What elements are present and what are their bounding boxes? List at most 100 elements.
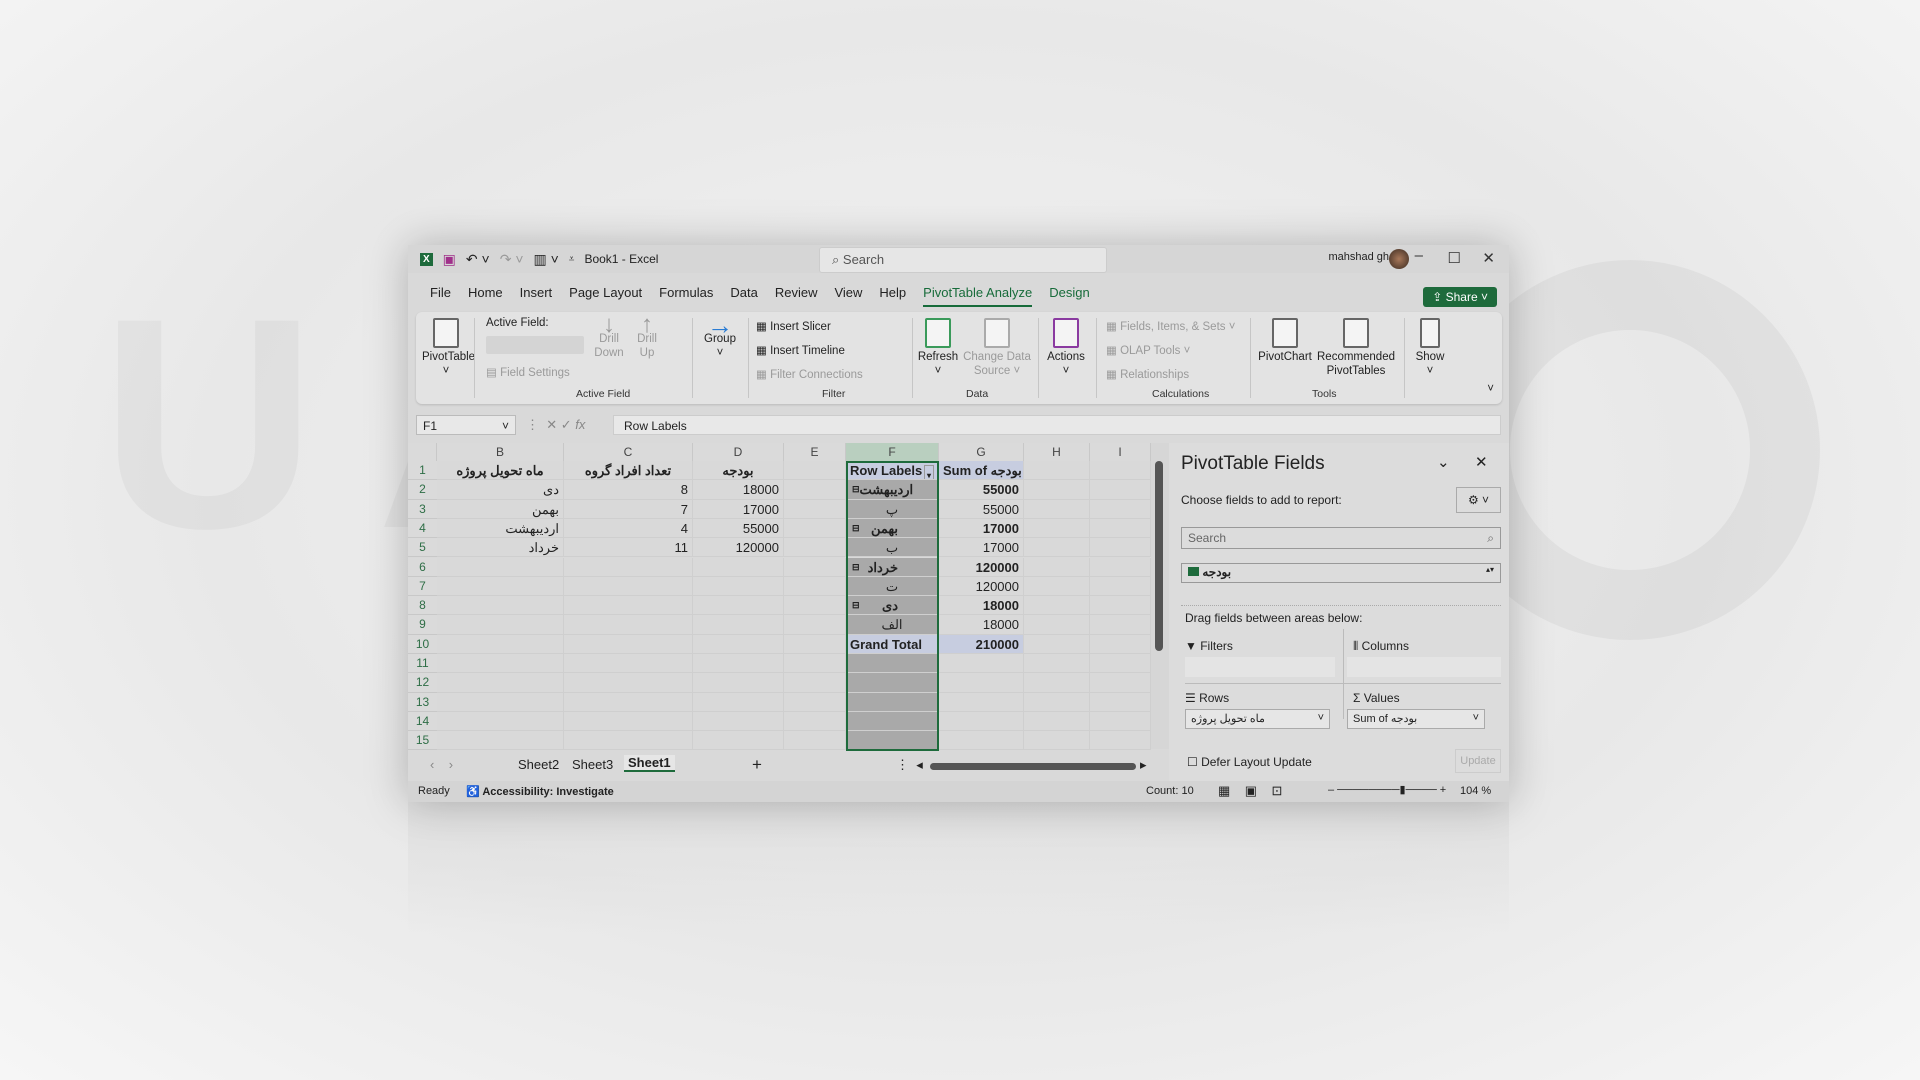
cell-C4[interactable]: 4: [564, 518, 693, 539]
cell-D7[interactable]: [693, 576, 784, 597]
cell-I6[interactable]: [1090, 557, 1151, 577]
vertical-scrollbar[interactable]: [1151, 443, 1169, 749]
insert-timeline-button[interactable]: ▦ Insert Timeline: [756, 344, 845, 358]
insert-slicer-button[interactable]: ▦ Insert Slicer: [756, 320, 831, 334]
cell-F1[interactable]: Row Labels ▾: [846, 461, 939, 481]
relationships-button[interactable]: ▦ Relationships: [1106, 368, 1189, 382]
cell-H2[interactable]: [1024, 480, 1090, 500]
cell-B12[interactable]: [437, 673, 564, 693]
cell-D13[interactable]: [693, 692, 784, 712]
cell-C9[interactable]: [564, 615, 693, 635]
cell-F4[interactable]: ⊟ بهمن: [846, 518, 939, 539]
column-header-G[interactable]: G: [939, 443, 1024, 461]
menu-tab-design[interactable]: Design: [1049, 285, 1089, 307]
avatar[interactable]: [1389, 249, 1409, 269]
active-field-input[interactable]: [486, 336, 584, 354]
cell-E4[interactable]: [784, 518, 846, 539]
row-header[interactable]: 3: [408, 499, 437, 519]
group-button[interactable]: → Group ˅: [700, 312, 740, 360]
cell-E7[interactable]: [784, 576, 846, 597]
cell-C10[interactable]: [564, 634, 693, 654]
cell-H1[interactable]: [1024, 461, 1090, 481]
cell-D2[interactable]: 18000: [693, 480, 784, 500]
row-header[interactable]: 6: [408, 557, 437, 577]
cell-C2[interactable]: 8: [564, 480, 693, 500]
cell-D11[interactable]: [693, 654, 784, 674]
column-header-B[interactable]: B: [437, 443, 564, 461]
columns-area[interactable]: [1347, 657, 1501, 677]
row-header[interactable]: 4: [408, 518, 437, 539]
cell-G2[interactable]: 55000: [939, 480, 1024, 500]
horizontal-scrollbar[interactable]: [930, 763, 1136, 770]
row-header[interactable]: 12: [408, 673, 437, 693]
cell-G11[interactable]: [939, 654, 1024, 674]
cell-I2[interactable]: [1090, 480, 1151, 500]
field-list[interactable]: بودجه ▴▾: [1181, 563, 1501, 583]
cell-H12[interactable]: [1024, 673, 1090, 693]
cell-E11[interactable]: [784, 654, 846, 674]
cell-B1[interactable]: ماه تحویل پروژه: [437, 461, 564, 481]
cell-I11[interactable]: [1090, 654, 1151, 674]
drill-up-button[interactable]: ↑ Drill Up: [630, 313, 664, 360]
cell-H13[interactable]: [1024, 692, 1090, 712]
cell-I7[interactable]: [1090, 576, 1151, 597]
cell-G8[interactable]: 18000: [939, 596, 1024, 616]
cell-E3[interactable]: [784, 499, 846, 519]
view-buttons[interactable]: ▦ ▣ ⊡: [1218, 783, 1282, 799]
cell-F11[interactable]: [846, 654, 939, 674]
cell-H3[interactable]: [1024, 499, 1090, 519]
cell-D1[interactable]: بودجه: [693, 461, 784, 481]
pivottable-button[interactable]: PivotTable ˅: [422, 318, 475, 378]
collapse-icon[interactable]: ⊟: [852, 519, 860, 537]
accessibility-status[interactable]: ♿ Accessibility: Investigate: [466, 785, 614, 798]
show-button[interactable]: Show ˅: [1410, 318, 1450, 378]
redo-icon[interactable]: ↷ ˅: [500, 251, 524, 268]
cell-I5[interactable]: [1090, 538, 1151, 558]
zoom-slider[interactable]: – ────────▮──── +: [1328, 783, 1446, 796]
cell-H5[interactable]: [1024, 538, 1090, 558]
cell-G14[interactable]: [939, 711, 1024, 732]
cell-D12[interactable]: [693, 673, 784, 693]
cell-B4[interactable]: اردیبهشت: [437, 518, 564, 539]
cell-E13[interactable]: [784, 692, 846, 712]
cell-G7[interactable]: 120000: [939, 576, 1024, 597]
cell-B6[interactable]: [437, 557, 564, 577]
sheet-tab-sheet3[interactable]: Sheet3: [572, 757, 613, 772]
cell-H6[interactable]: [1024, 557, 1090, 577]
menu-tab-view[interactable]: View: [834, 285, 862, 307]
undo-icon[interactable]: ↶ ˅: [466, 251, 490, 268]
cell-D15[interactable]: [693, 731, 784, 751]
cell-E1[interactable]: [784, 461, 846, 481]
cell-F3[interactable]: پ: [846, 499, 939, 519]
column-header-D[interactable]: D: [693, 443, 784, 461]
gear-icon[interactable]: ⚙ ˅: [1456, 487, 1501, 513]
name-box[interactable]: F1 ˅: [416, 415, 516, 435]
select-all-corner[interactable]: [408, 443, 437, 461]
close-icon[interactable]: ✕: [1482, 249, 1495, 267]
cell-C8[interactable]: [564, 596, 693, 616]
cell-H11[interactable]: [1024, 654, 1090, 674]
cell-I1[interactable]: [1090, 461, 1151, 481]
cell-D8[interactable]: [693, 596, 784, 616]
menu-tab-review[interactable]: Review: [775, 285, 818, 307]
cell-C13[interactable]: [564, 692, 693, 712]
cell-F5[interactable]: ب: [846, 538, 939, 558]
column-header-F[interactable]: F: [846, 443, 939, 461]
row-header[interactable]: 9: [408, 615, 437, 635]
prev-sheet-icon[interactable]: ‹ ›: [430, 757, 453, 772]
pane-close-icon[interactable]: ✕: [1475, 453, 1488, 471]
cell-E6[interactable]: [784, 557, 846, 577]
cell-I4[interactable]: [1090, 518, 1151, 539]
row-header[interactable]: 11: [408, 654, 437, 674]
cell-B15[interactable]: [437, 731, 564, 751]
cell-C15[interactable]: [564, 731, 693, 751]
cell-E15[interactable]: [784, 731, 846, 751]
collapse-icon[interactable]: ⊟: [852, 596, 860, 614]
pivotchart-button[interactable]: PivotChart: [1256, 318, 1314, 364]
menu-tab-pivottable-analyze[interactable]: PivotTable Analyze: [923, 285, 1033, 307]
collapse-icon[interactable]: ⊟: [852, 480, 860, 498]
cell-D6[interactable]: [693, 557, 784, 577]
maximize-icon[interactable]: ☐: [1448, 249, 1461, 267]
cell-E5[interactable]: [784, 538, 846, 558]
refresh-button[interactable]: Refresh ˅: [916, 318, 960, 378]
